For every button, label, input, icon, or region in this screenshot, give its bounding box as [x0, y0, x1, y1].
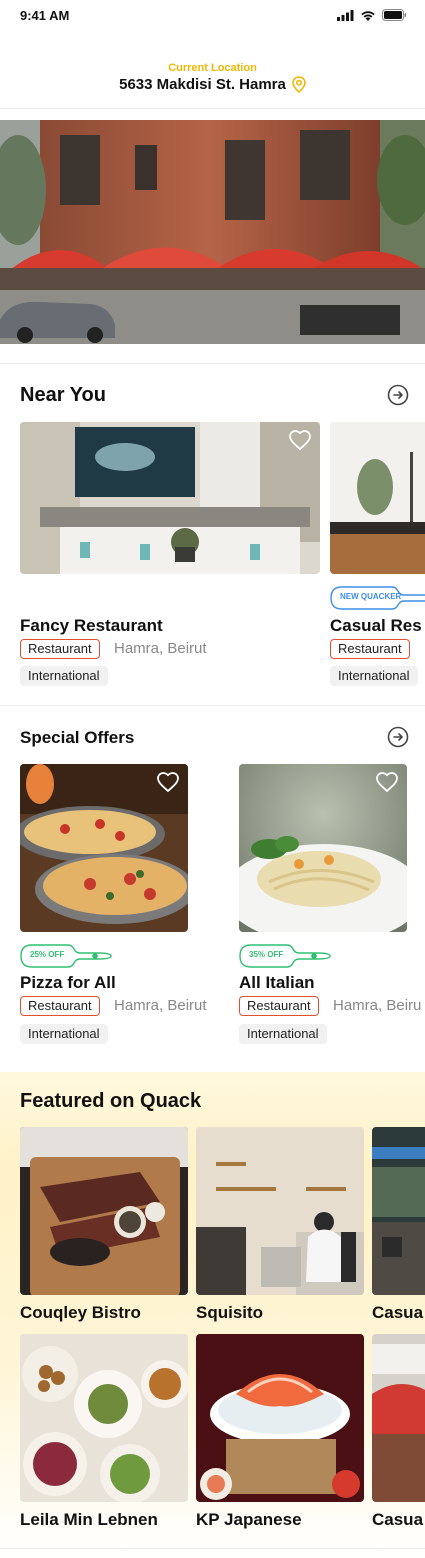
hero-divider	[0, 363, 425, 364]
featured-tile[interactable]	[196, 1127, 364, 1295]
featured-tile[interactable]	[196, 1334, 364, 1502]
status-time: 9:41 AM	[20, 8, 70, 23]
discount-badge: 25% OFF	[20, 944, 112, 968]
featured-tile[interactable]	[20, 1334, 188, 1502]
featured-image	[372, 1334, 425, 1502]
restaurant-location: Hamra, Beirut	[114, 640, 207, 657]
cuisine-tag: International	[20, 1024, 108, 1044]
new-quacker-badge: NEW QUACKER	[330, 586, 425, 610]
discount-badge: 35% OFF	[239, 944, 331, 968]
featured-name: Squisito	[196, 1303, 264, 1322]
offer-name: All Italian	[239, 973, 315, 992]
favorite-heart-icon[interactable]	[375, 770, 399, 794]
restaurant-type-tag: Restaurant	[330, 639, 410, 659]
hero-image	[0, 120, 425, 344]
special-offers-title: Special Offers	[20, 728, 135, 747]
favorite-heart-icon[interactable]	[288, 428, 312, 452]
location-pin-icon	[292, 76, 306, 93]
badge-label: 35% OFF	[249, 950, 284, 959]
location-header[interactable]: Current Location 5633 Makdisi St. Hamra	[0, 62, 425, 94]
featured-name: Couqley Bistro	[20, 1303, 141, 1322]
header-divider	[0, 108, 425, 109]
location-address: 5633 Makdisi St. Hamra	[119, 76, 286, 93]
location-caption: Current Location	[168, 62, 257, 74]
featured-tile[interactable]	[20, 1127, 188, 1295]
near-you-card[interactable]: Fancy Restaurant Restaurant Hamra, Beiru…	[20, 422, 320, 692]
favorite-heart-icon[interactable]	[156, 770, 180, 794]
status-icons	[337, 9, 407, 21]
near-you-see-all-arrow-icon[interactable]	[387, 384, 409, 406]
special-offers-see-all-arrow-icon[interactable]	[387, 726, 409, 748]
special-offer-card[interactable]: 35% OFF All Italian Restaurant Hamra, Be…	[239, 764, 425, 1048]
featured-tile[interactable]	[372, 1334, 425, 1502]
restaurant-image	[20, 422, 320, 574]
restaurant-type-tag: Restaurant	[20, 996, 100, 1016]
cuisine-tag: International	[239, 1024, 327, 1044]
featured-image	[20, 1127, 188, 1295]
featured-image	[372, 1127, 425, 1295]
featured-name: Casua	[372, 1303, 424, 1322]
offer-location: Hamra, Beiru	[333, 997, 422, 1014]
special-offer-card[interactable]: 25% OFF Pizza for All Restaurant Hamra, …	[20, 764, 225, 1048]
near-you-title: Near You	[20, 384, 106, 406]
featured-image	[20, 1334, 188, 1502]
cuisine-tag: International	[20, 666, 108, 686]
near-you-card[interactable]: NEW QUACKER Casual Res Restaurant Intern…	[330, 422, 425, 692]
featured-image	[196, 1127, 364, 1295]
offer-name: Pizza for All	[20, 973, 116, 992]
cuisine-tag: International	[330, 666, 418, 686]
featured-tile[interactable]	[372, 1127, 425, 1295]
restaurant-type-tag: Restaurant	[239, 996, 319, 1016]
restaurant-image	[330, 422, 425, 574]
featured-name: KP Japanese	[196, 1510, 302, 1529]
near-you-divider	[0, 705, 425, 706]
badge-label: NEW QUACKER	[340, 592, 402, 601]
restaurant-type-tag: Restaurant	[20, 639, 100, 659]
featured-image	[196, 1334, 364, 1502]
bottom-divider	[0, 1548, 425, 1549]
badge-label: 25% OFF	[30, 950, 65, 959]
offer-location: Hamra, Beirut	[114, 997, 207, 1014]
featured-title: Featured on Quack	[20, 1090, 202, 1112]
featured-name: Leila Min Lebnen	[20, 1510, 158, 1529]
wifi-icon	[361, 10, 375, 21]
restaurant-name: Fancy Restaurant	[20, 616, 163, 635]
signal-icon	[337, 9, 354, 21]
featured-name: Casua	[372, 1510, 424, 1529]
restaurant-name: Casual Res	[330, 616, 422, 635]
battery-icon	[382, 9, 407, 21]
hero-banner[interactable]	[0, 120, 425, 344]
status-bar: 9:41 AM	[0, 0, 425, 32]
